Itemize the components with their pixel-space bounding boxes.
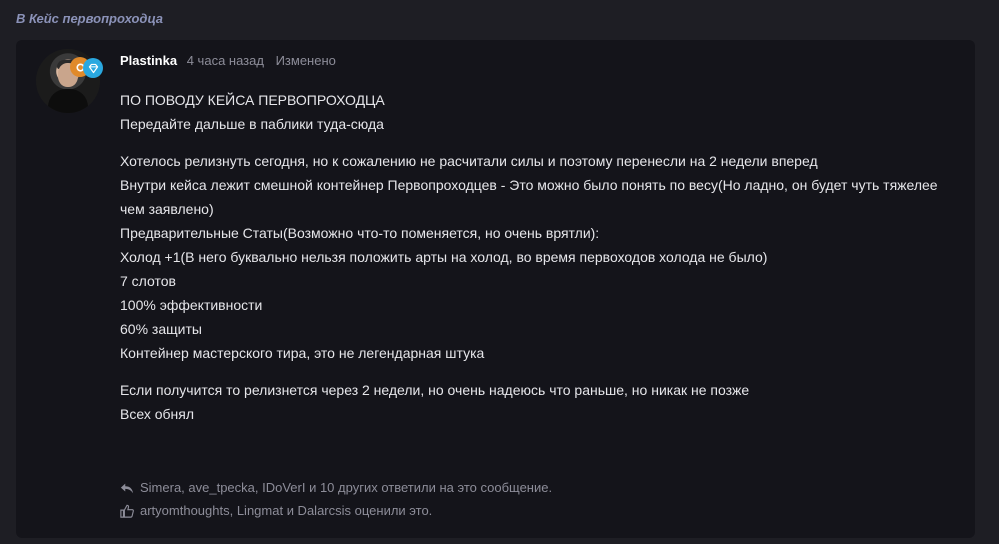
- post-line: 100% эффективности: [120, 297, 263, 313]
- reply-arrow-icon: [120, 483, 134, 493]
- username-link[interactable]: Plastinka: [120, 53, 177, 68]
- edited-indicator[interactable]: Изменено: [276, 53, 336, 68]
- post-line: Внутри кейса лежит смешной контейнер Пер…: [120, 177, 938, 193]
- post-line: ПО ПОВОДУ КЕЙСА ПЕРВОПРОХОДЦА: [120, 92, 385, 108]
- post-line: Передайте дальше в паблики туда-сюда: [120, 116, 384, 132]
- post-timestamp[interactable]: 4 часа назад: [187, 53, 264, 68]
- post-line: Холод +1(В него буквально нельзя положит…: [120, 249, 768, 265]
- post-line: Хотелось релизнуть сегодня, но к сожален…: [120, 153, 818, 169]
- replies-text[interactable]: Simera, ave_tpecka, IDoVerI и 10 других …: [140, 480, 552, 495]
- post-header: Plastinka 4 часа назад Изменено: [120, 53, 336, 68]
- user-avatar-area[interactable]: [36, 49, 106, 119]
- thumbs-up-icon: [120, 504, 134, 518]
- diamond-badge-icon[interactable]: [83, 58, 103, 78]
- post-line: чем заявлено): [120, 201, 214, 217]
- post-line: Если получится то релизнется через 2 нед…: [120, 382, 750, 398]
- post-line: Контейнер мастерского тира, это не леген…: [120, 345, 485, 361]
- post-body: ПО ПОВОДУ КЕЙСА ПЕРВОПРОХОДЦА Передайте …: [120, 88, 950, 426]
- replies-summary[interactable]: Simera, ave_tpecka, IDoVerI и 10 других …: [120, 476, 552, 499]
- post-line: Предварительные Статы(Возможно что-то по…: [120, 225, 600, 241]
- thread-title-link[interactable]: В Кейс первопроходца: [16, 11, 163, 26]
- post-card: Plastinka 4 часа назад Изменено ПО ПОВОД…: [16, 40, 975, 538]
- post-line: Всех обнял: [120, 406, 194, 422]
- post-line: 60% защиты: [120, 321, 202, 337]
- likes-summary[interactable]: artyomthoughts, Lingmat и Dalarcsis оцен…: [120, 499, 552, 522]
- post-footer: Simera, ave_tpecka, IDoVerI и 10 других …: [120, 476, 552, 522]
- likes-text[interactable]: artyomthoughts, Lingmat и Dalarcsis оцен…: [140, 503, 432, 518]
- post-line: 7 слотов: [120, 273, 176, 289]
